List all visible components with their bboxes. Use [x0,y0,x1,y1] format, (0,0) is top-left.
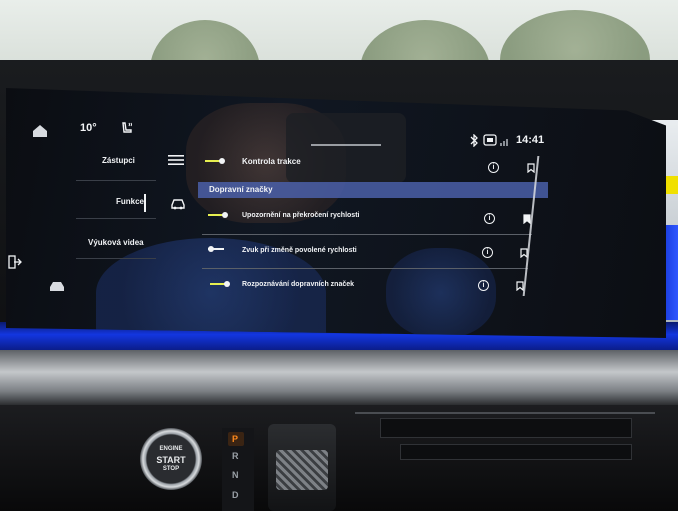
signal-icon [500,139,508,146]
gear-toggle-switch[interactable] [276,450,328,490]
sign-recognition-toggle[interactable] [210,281,230,287]
section-title: Dopravní značky [209,185,273,194]
reflection [286,113,406,183]
exit-icon[interactable] [8,255,22,269]
sign-recognition-label: Rozpoznávání dopravních značek [242,281,355,288]
active-indicator [144,194,146,212]
row-divider [202,234,532,235]
traction-control-toggle[interactable] [205,158,225,164]
info-icon[interactable]: i [484,213,495,224]
hamburger-menu-icon[interactable] [168,154,184,166]
speed-warning-label: Upozornění na překročení rychlosti [242,212,360,219]
nav-functions[interactable]: Funkce [116,197,144,206]
dashboard-trim [0,350,678,405]
speed-warning-toggle[interactable] [208,212,228,218]
traction-control-label: Kontrola trakce [242,157,301,166]
nav-divider [76,218,156,219]
start-button-label-start: START [156,455,186,465]
bluetooth-icon [470,134,478,147]
seat-heating-icon[interactable] [120,121,134,135]
vent-line [355,412,655,414]
start-button-label-stop: STOP [162,466,180,472]
reflection [386,248,496,338]
nav-tutorial-videos[interactable]: Výuková videa [88,238,144,247]
gear-p[interactable]: P [232,434,238,444]
info-icon[interactable]: i [482,247,493,258]
gear-n[interactable]: N [232,470,239,480]
nav-shortcuts[interactable]: Zástupci [102,156,135,165]
scrollbar[interactable] [522,156,540,296]
gear-r[interactable]: R [232,451,239,461]
nav-divider [76,180,156,181]
start-button-label-engine: ENGINE [159,446,183,452]
phone-connection-icon [483,134,497,146]
row-divider [202,268,528,269]
infotainment-screen: 10° Zástupci Funkce Výuková videa 14:41 [6,88,666,338]
speed-change-sound-toggle[interactable] [208,246,228,252]
temperature-readout: 10° [80,122,97,134]
air-vent[interactable] [400,444,632,460]
bookmark-icon[interactable] [527,163,535,173]
gear-d[interactable]: D [232,490,239,500]
info-icon[interactable]: i [478,280,489,291]
car-icon[interactable] [48,280,66,292]
car-icon[interactable] [170,198,186,210]
home-icon[interactable] [32,124,48,138]
speed-change-sound-label: Zvuk při změně povolené rychlosti [242,247,357,254]
air-vent[interactable] [380,418,632,438]
clock: 14:41 [516,134,545,146]
reflection [311,144,381,146]
nav-divider [76,258,156,259]
info-icon[interactable]: i [488,162,499,173]
